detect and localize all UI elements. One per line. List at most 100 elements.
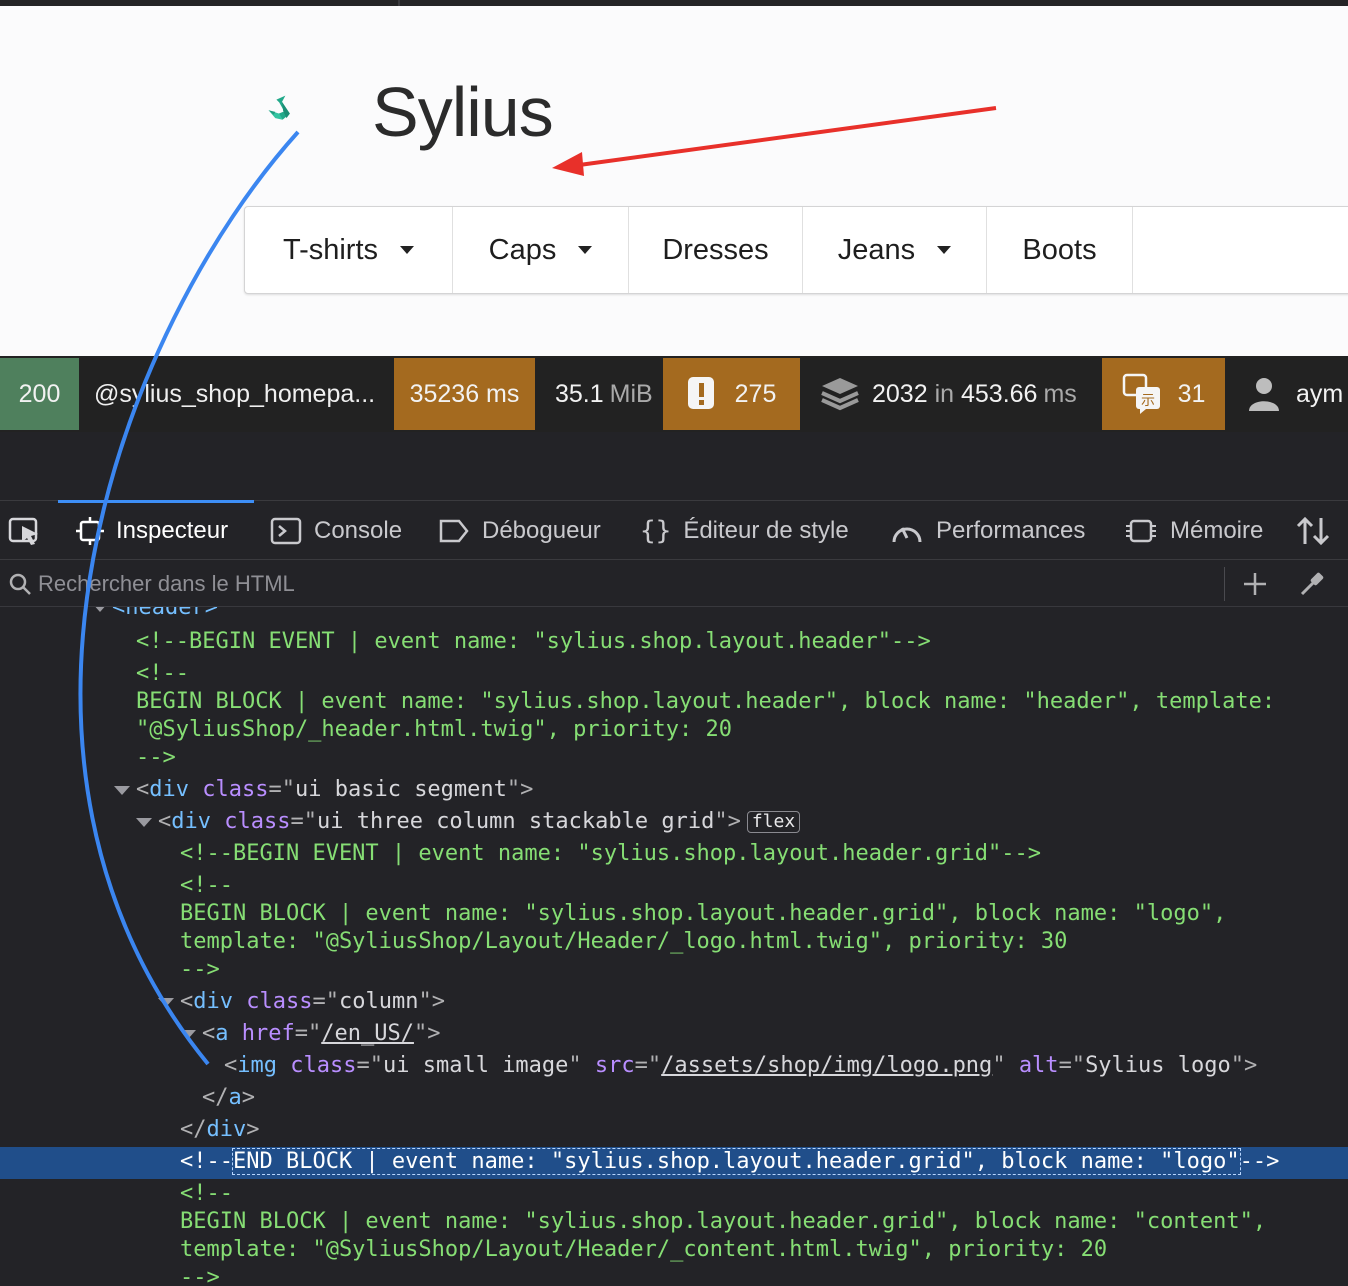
twisty-icon[interactable] <box>180 1030 196 1039</box>
tree-line[interactable]: --> <box>0 743 1348 773</box>
db-time-unit: ms <box>1043 379 1077 408</box>
tree-line[interactable]: <img class="ui small image" src="/assets… <box>0 1051 1348 1081</box>
db-in-label: in <box>934 379 955 408</box>
menu-item-tshirts[interactable]: T-shirts <box>245 207 453 293</box>
sylius-logo-icon[interactable] <box>268 58 352 158</box>
flex-badge[interactable]: flex <box>746 811 801 833</box>
attr-value: ui three column stackable grid <box>316 809 715 834</box>
tab-memory[interactable]: Mémoire <box>1124 501 1263 560</box>
attr-value: ui small image <box>382 1053 569 1078</box>
tree-line[interactable]: template: "@SyliusShop/Layout/Header/_co… <box>0 1235 1348 1265</box>
caret-down-icon <box>400 246 415 254</box>
tree-line[interactable]: <div class="column"> <box>0 987 1348 1017</box>
add-node-icon[interactable] <box>1242 571 1268 597</box>
tag-name: div <box>193 989 233 1014</box>
menu-item-label: Caps <box>488 233 557 266</box>
database-queries[interactable]: 2032 in 453.66 ms <box>820 358 1077 430</box>
tree-line[interactable]: <header> <box>0 607 1348 623</box>
logo-text[interactable]: Sylius <box>372 72 554 152</box>
tree-line[interactable]: <!--BEGIN EVENT | event name: "sylius.sh… <box>0 839 1348 869</box>
menu-item-caps[interactable]: Caps <box>453 207 629 293</box>
memory-usage[interactable]: 35.1 MiB <box>555 358 653 430</box>
tag-name: img <box>237 1053 277 1078</box>
tree-line[interactable]: </div> <box>0 1115 1348 1145</box>
attr-value: column <box>338 989 419 1014</box>
menu-item-boots[interactable]: Boots <box>987 207 1133 293</box>
tree-line[interactable]: BEGIN BLOCK | event name: "sylius.shop.l… <box>0 687 1348 717</box>
tab-label: Console <box>314 516 403 544</box>
twisty-icon[interactable] <box>158 998 174 1007</box>
tab-label: Mémoire <box>1170 516 1264 544</box>
menu-item-jeans[interactable]: Jeans <box>803 207 987 293</box>
tree-line[interactable]: <div class="ui three column stackable gr… <box>0 807 1348 837</box>
tab-inspector[interactable]: Inspecteur <box>76 501 228 560</box>
tree-line[interactable]: <!-- <box>0 659 1348 689</box>
user-info[interactable]: aym <box>1248 358 1343 430</box>
route-name[interactable]: @sylius_shop_homepa... <box>94 358 375 430</box>
tree-line[interactable]: </a> <box>0 1083 1348 1113</box>
eyedropper-icon[interactable] <box>1298 570 1326 598</box>
menu-item-label: Dresses <box>662 233 769 266</box>
element-picker-icon <box>8 517 38 545</box>
html-search-input[interactable] <box>38 569 1218 599</box>
search-icon <box>9 573 31 595</box>
tab-network[interactable] <box>1296 501 1332 560</box>
twisty-icon[interactable] <box>92 607 108 612</box>
comment-text: --> <box>1239 1149 1280 1174</box>
tab-console[interactable]: Console <box>270 501 402 560</box>
braces-icon: {} <box>640 515 672 546</box>
tab-label: Inspecteur <box>116 516 229 544</box>
console-icon <box>270 517 302 544</box>
debugger-icon <box>439 519 469 542</box>
tree-line[interactable]: BEGIN BLOCK | event name: "sylius.shop.l… <box>0 1207 1348 1237</box>
attr-name: alt <box>1018 1053 1059 1078</box>
network-arrows-icon <box>1296 516 1330 545</box>
comment-text: template: "@SyliusShop/Layout/Header/_co… <box>180 1237 1108 1262</box>
tree-line[interactable]: "@SyliusShop/_header.html.twig", priorit… <box>0 715 1348 745</box>
warnings-count: 275 <box>734 379 777 408</box>
menu-item-label: Jeans <box>837 233 916 266</box>
translations-badge[interactable]: 示 31 <box>1102 358 1225 430</box>
menu-item-dresses[interactable]: Dresses <box>629 207 803 293</box>
db-time: 453.66 <box>961 379 1038 408</box>
tree-line-selected[interactable]: <!--END BLOCK | event name: "sylius.shop… <box>0 1147 1348 1179</box>
tab-debugger[interactable]: Débogueur <box>438 501 601 560</box>
twisty-icon[interactable] <box>114 786 130 795</box>
caret-down-icon <box>937 246 952 254</box>
comment-text: BEGIN BLOCK | event name: "sylius.shop.l… <box>180 1209 1267 1234</box>
tree-line[interactable]: <div class="ui basic segment"> <box>0 775 1348 805</box>
translations-count: 31 <box>1177 379 1206 408</box>
tab-performance[interactable]: Performances <box>890 501 1085 560</box>
tree-line[interactable]: --> <box>0 1263 1348 1286</box>
comment-text: BEGIN BLOCK | event name: "sylius.shop.l… <box>136 689 1276 714</box>
attr-name: class <box>202 777 269 802</box>
tab-style-editor[interactable]: {} Éditeur de style <box>640 501 849 560</box>
twisty-icon[interactable] <box>136 818 152 827</box>
tree-line[interactable]: <!-- <box>0 1179 1348 1209</box>
status-code-badge[interactable]: 200 <box>0 358 79 430</box>
attr-name: class <box>290 1053 357 1078</box>
comment-text: <!-- <box>180 1181 233 1206</box>
tree-line[interactable]: <!-- <box>0 871 1348 901</box>
tree-line[interactable]: --> <box>0 955 1348 985</box>
comment-text: template: "@SyliusShop/Layout/Header/_lo… <box>180 929 1068 954</box>
element-picker-button[interactable] <box>8 501 42 560</box>
tree-line[interactable]: <a href="/en_US/"> <box>0 1019 1348 1049</box>
warnings-badge[interactable]: 275 <box>663 358 800 430</box>
attr-value: ui basic segment <box>294 777 507 802</box>
tag-name: div <box>171 809 211 834</box>
tree-line[interactable]: template: "@SyliusShop/Layout/Header/_lo… <box>0 927 1348 957</box>
performance-gauge-icon <box>892 526 922 542</box>
attr-link[interactable]: /assets/shop/img/logo.png <box>661 1053 992 1078</box>
comment-text: END BLOCK | event name: "sylius.shop.lay… <box>231 1148 1241 1175</box>
tree-line[interactable]: <!--BEGIN EVENT | event name: "sylius.sh… <box>0 627 1348 657</box>
comment-text: <!-- <box>136 661 189 686</box>
comment-text: BEGIN BLOCK | event name: "sylius.shop.l… <box>180 901 1227 926</box>
user-icon <box>1249 378 1279 411</box>
memory-chip-icon <box>1126 519 1156 542</box>
devtools-tab-bar: Inspecteur Console Débogueur {} Éditeur … <box>0 500 1348 560</box>
svg-text:示: 示 <box>1141 393 1155 409</box>
request-time-badge[interactable]: 35236 ms <box>394 358 535 430</box>
attr-link[interactable]: /en_US/ <box>321 1021 414 1046</box>
tree-line[interactable]: BEGIN BLOCK | event name: "sylius.shop.l… <box>0 899 1348 929</box>
